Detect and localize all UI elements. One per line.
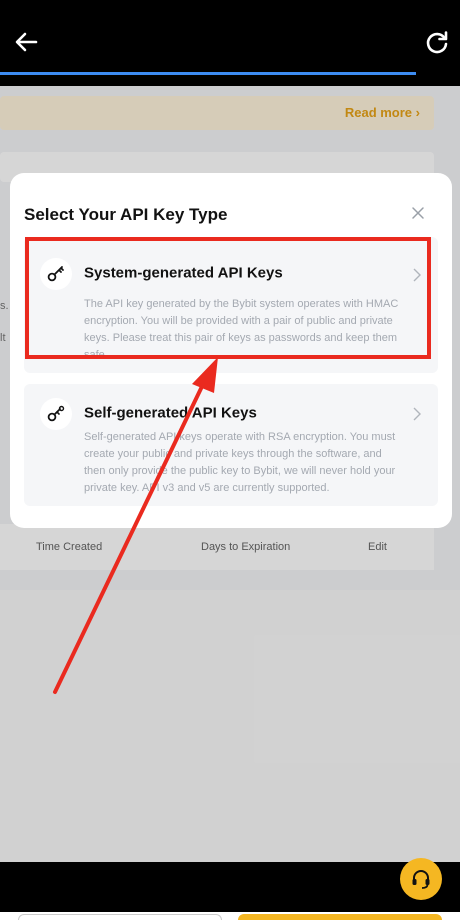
top-bar <box>0 0 460 86</box>
chevron-right-icon <box>413 407 421 421</box>
custom-key-icon-container <box>40 398 72 430</box>
headset-icon <box>412 870 430 889</box>
close-icon[interactable] <box>410 205 426 221</box>
annotation-highlight-box <box>25 237 431 359</box>
modal-title: Select Your API Key Type <box>24 205 228 224</box>
primary-action-button[interactable] <box>238 914 442 920</box>
option-title: Self-generated API Keys <box>84 404 257 422</box>
self-generated-api-keys-option[interactable]: Self-generated API Keys Self-generated A… <box>24 384 438 506</box>
custom-key-icon <box>47 405 65 422</box>
option-description: Self-generated API keys operate with RSA… <box>84 431 396 494</box>
secondary-action-button[interactable] <box>18 914 222 920</box>
arrow-left-icon[interactable] <box>12 28 40 56</box>
loading-progress-bar <box>0 72 416 75</box>
bottom-bar <box>0 862 460 912</box>
support-button[interactable] <box>400 858 442 900</box>
refresh-icon[interactable] <box>424 29 450 55</box>
